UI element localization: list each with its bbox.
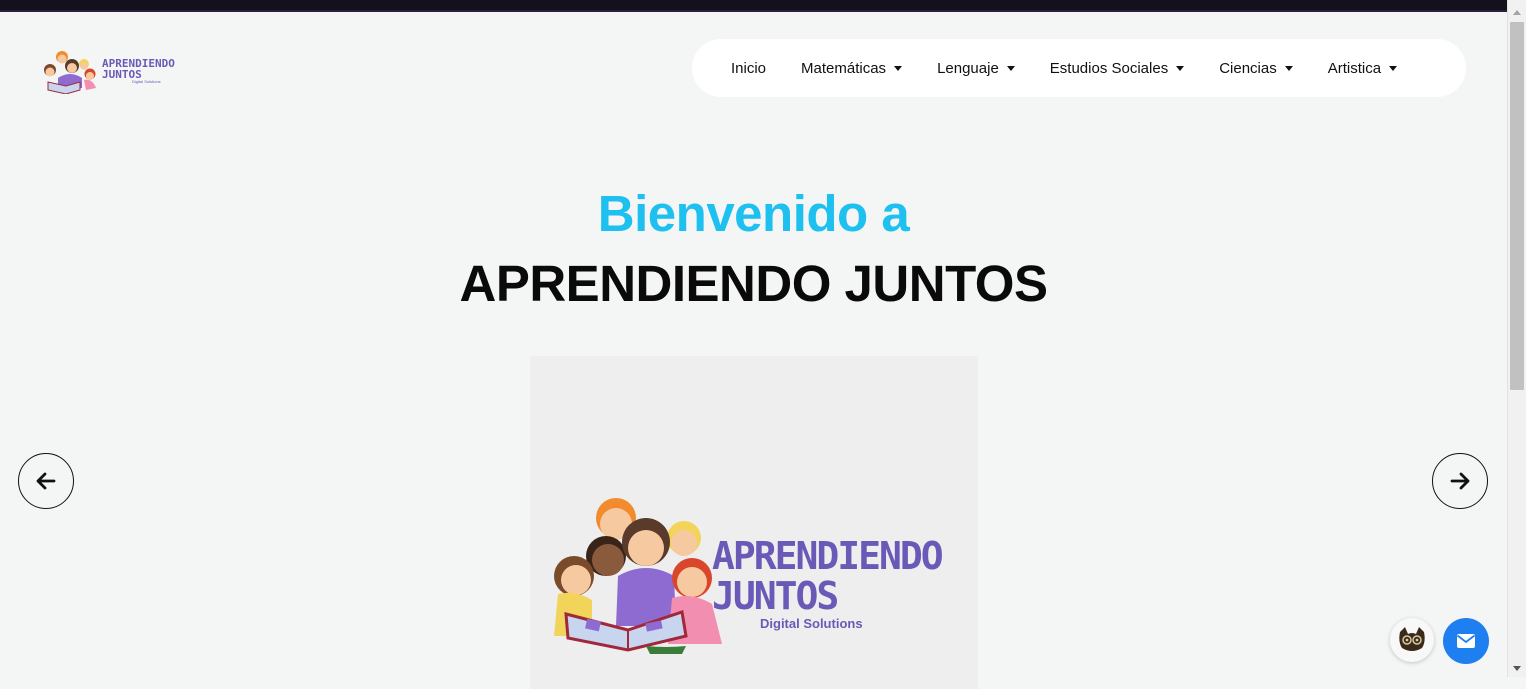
hero-title: Bienvenido a xyxy=(597,185,910,242)
carousel-slide-image: APRENDIENDO JUNTOS Digital Solutions xyxy=(530,356,978,689)
carousel-prev-button[interactable] xyxy=(18,453,74,509)
nav-item-matematicas[interactable]: Matemáticas xyxy=(801,59,903,77)
nav-item-label: Inicio xyxy=(731,59,767,77)
arrow-left-icon xyxy=(36,472,56,490)
nav-item-inicio[interactable]: Inicio xyxy=(731,60,766,77)
nav-item-artistica[interactable]: Artistica xyxy=(1327,59,1398,77)
main-navigation: Inicio Matemáticas Lenguaje Estudios Soc… xyxy=(692,39,1466,97)
nav-item-label: Ciencias xyxy=(1219,59,1277,77)
caret-down-icon xyxy=(1284,65,1293,71)
page-scrollbar[interactable] xyxy=(1507,0,1526,677)
caret-down-icon xyxy=(1389,65,1398,71)
nav-item-estudios-sociales[interactable]: Estudios Sociales xyxy=(1049,59,1185,77)
contact-mail-button[interactable] xyxy=(1443,618,1489,664)
scroll-up-icon[interactable] xyxy=(1513,10,1521,15)
cat-icon xyxy=(1399,627,1425,651)
page: APRENDIENDO JUNTOS Digital Solutions Ini… xyxy=(0,12,1507,689)
nav-item-label: Matemáticas xyxy=(801,59,887,77)
caret-down-icon xyxy=(1176,65,1185,71)
slide-brand-line1: APRENDIENDO xyxy=(712,534,944,578)
hero-subtitle: APRENDIENDO JUNTOS xyxy=(459,255,1048,312)
kids-reading-illustration xyxy=(554,498,722,654)
envelope-icon xyxy=(1456,634,1476,648)
scrollbar-thumb[interactable] xyxy=(1510,22,1524,390)
arrow-right-icon xyxy=(1450,472,1470,490)
nav-item-lenguaje[interactable]: Lenguaje xyxy=(937,60,1015,77)
nav-item-label: Estudios Sociales xyxy=(1049,59,1169,77)
site-logo[interactable]: APRENDIENDO JUNTOS Digital Solutions xyxy=(40,48,196,94)
nav-item-label: Lenguaje xyxy=(937,59,999,77)
slide-brand-tagline: Digital Solutions xyxy=(760,616,863,631)
browser-top-bar xyxy=(0,0,1526,12)
caret-down-icon xyxy=(1006,65,1015,71)
nav-item-ciencias[interactable]: Ciencias xyxy=(1219,60,1293,77)
logo-tagline: Digital Solutions xyxy=(132,79,161,84)
kids-reading-illustration xyxy=(44,51,96,94)
scroll-down-icon[interactable] xyxy=(1513,666,1521,671)
nav-item-label: Artistica xyxy=(1327,59,1382,77)
carousel-next-button[interactable] xyxy=(1432,453,1488,509)
cat-assistant-button[interactable] xyxy=(1390,618,1434,662)
slide-brand-line2: JUNTOS xyxy=(712,574,839,618)
caret-down-icon xyxy=(894,65,903,71)
